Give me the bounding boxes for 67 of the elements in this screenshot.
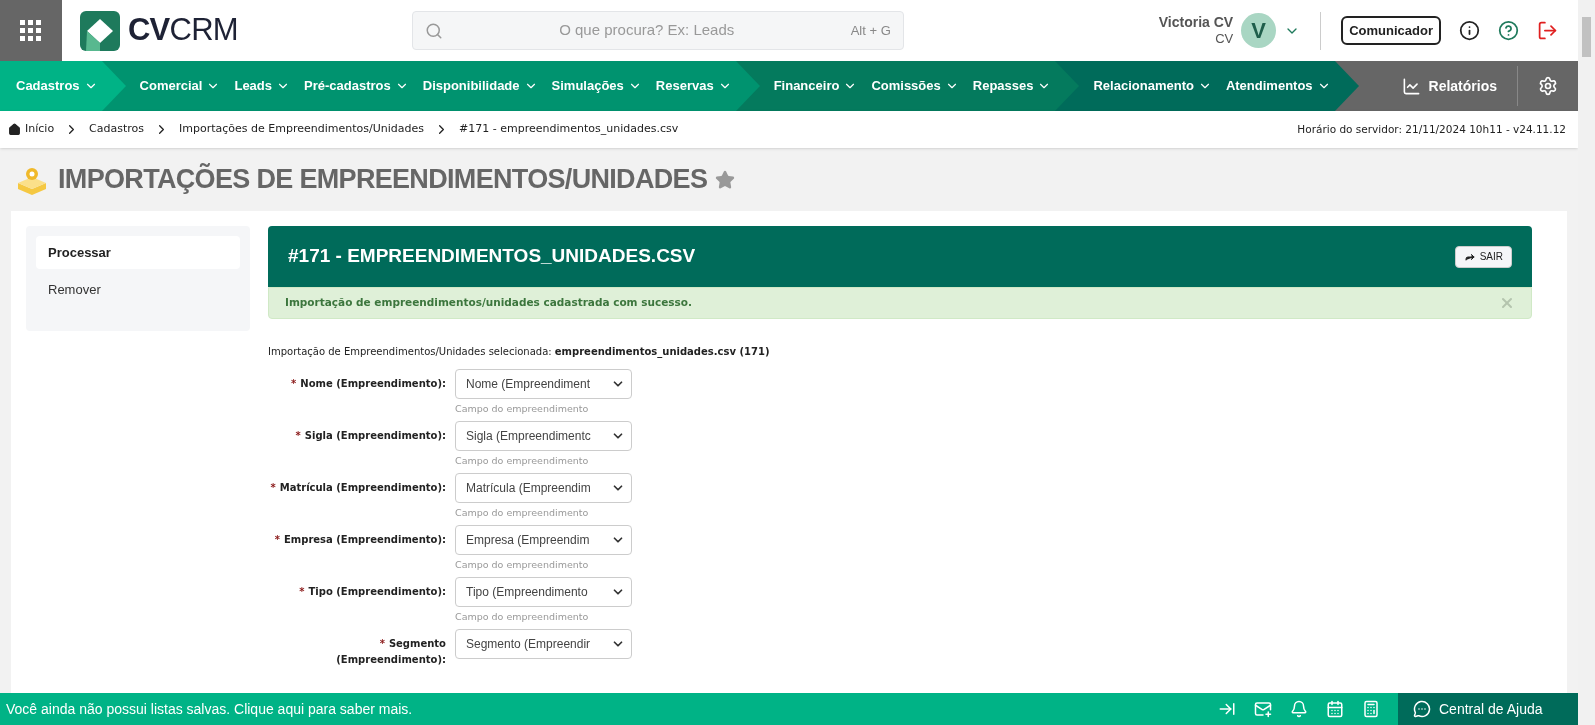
info-icon[interactable] [1459,20,1480,41]
field-label: * Nome (Empreendimento): [290,377,446,391]
column-select[interactable]: Nome (Empreendiment [455,369,632,399]
favorite-star-icon[interactable] [715,169,736,190]
nav-menu-item[interactable]: Financeiro [773,76,858,96]
close-icon[interactable] [1499,295,1515,311]
user-avatar[interactable]: V [1241,13,1277,48]
collapse-icon[interactable] [1218,700,1236,718]
user-name: Victoria CV [1158,13,1234,32]
calculator-icon[interactable] [1362,700,1380,718]
panel-title: #171 - EMPREENDIMENTOS_UNIDADES.CSV [288,244,696,269]
alert-message: Importação de empreendimentos/unidades cadastrada com sucesso. [285,295,692,311]
search-input[interactable]: O que procura? Ex: Leads [442,19,851,42]
field-hint: Campo do empreendimento [455,454,590,468]
logo-text: CVCRM [128,11,238,50]
field-label: * Matrícula (Empreendimento): [269,481,446,495]
column-select[interactable]: Sigla (Empreendimentc [455,421,632,451]
settings-icon[interactable] [1538,76,1558,96]
column-select[interactable]: Matrícula (Empreendim [455,473,632,503]
user-role: CV [1215,31,1234,48]
grid-icon [20,19,42,42]
search-icon [424,21,443,40]
reports-link[interactable]: Relatórios [1381,75,1517,97]
communicator-button[interactable]: Comunicador [1341,16,1441,45]
breadcrumb-link[interactable]: Início [25,121,55,138]
nav-menu-item[interactable]: Reservas [655,76,732,96]
field-label: * Tipo (Empreendimento): [298,585,446,599]
field-label: * Sigla (Empreendimento): [294,429,446,443]
breadcrumb-link[interactable]: Cadastros [89,121,145,138]
nav-menu-item[interactable]: Simulações [551,76,642,96]
breadcrumb-link[interactable]: Importações de Empreendimentos/Unidades [179,121,424,138]
nav-menu-item[interactable]: Pré-cadastros [304,76,409,96]
nav-menu-item[interactable]: Comercial [139,76,221,96]
chart-icon [1401,76,1421,96]
apps-menu-button[interactable] [0,0,62,61]
logo-icon [80,10,120,51]
nav-menu-item[interactable]: Relacionamento [1093,76,1212,96]
field-label: * Empresa (Empreendimento): [273,533,446,547]
field-hint: Campo do empreendimento [455,402,590,416]
nav-menu-item[interactable]: Leads [234,76,291,96]
chat-icon [1413,700,1431,718]
column-select[interactable]: Empresa (Empreendim [455,525,632,555]
field-hint: Campo do empreendimento [455,610,590,624]
calendar-icon[interactable] [1326,700,1344,718]
home-icon [8,123,21,136]
field-hint: Campo do empreendimento [455,558,590,572]
page-title: IMPORTAÇÕES DE EMPREENDIMENTOS/UNIDADES [58,162,708,197]
nav-menu-item[interactable]: Comissões [871,76,959,96]
nav-menu-item[interactable]: Disponibilidade [422,76,538,96]
breadcrumb-link[interactable]: #171 - empreendimentos_unidades.csv [459,121,679,138]
help-center-button[interactable]: Central de Ajuda [1398,693,1578,725]
nav-menu-item[interactable]: Repasses [972,76,1052,96]
column-select[interactable]: Segmento (Empreendir [455,629,632,659]
help-icon[interactable] [1498,20,1519,41]
shortcut-hint: Alt + G [850,21,891,40]
field-hint: Campo do empreendimento [455,506,590,520]
selected-file-text: Importação de Empreendimentos/Unidades selecionada: empreendimentos_unidades.csv (171) [268,345,771,359]
exit-button[interactable]: SAIR [1454,245,1512,268]
nav-menu-item[interactable]: Atendimentos [1225,76,1331,96]
logout-icon[interactable] [1537,20,1558,41]
field-label: * Segmento (Empreendimento): [335,637,446,667]
server-time: Horário do servidor: 21/11/2024 10h11 - v24.11.12 [1297,121,1566,137]
side-menu-item[interactable]: Remover [36,273,240,306]
side-menu-item[interactable]: Processar [36,236,240,269]
bell-icon[interactable] [1290,700,1308,718]
search-box[interactable]: O que procura? Ex: Leads Alt + G [411,11,904,50]
column-select[interactable]: Tipo (Empreendimento [455,577,632,607]
